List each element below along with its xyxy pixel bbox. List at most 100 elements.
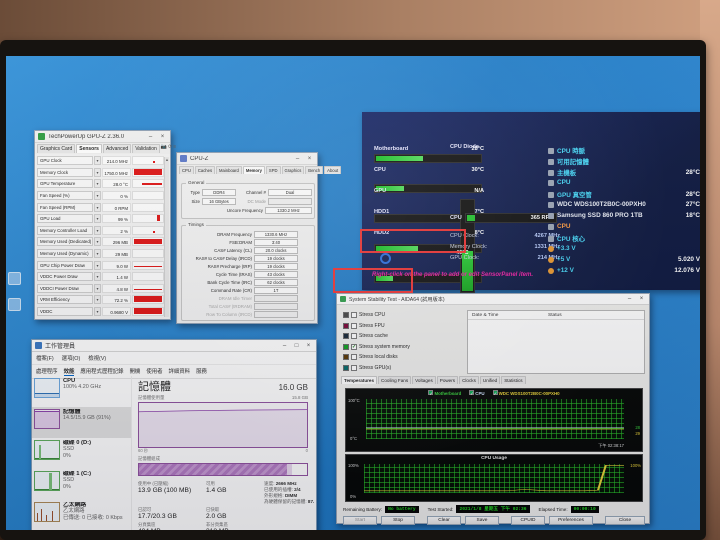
menu-options[interactable]: 選項(O) xyxy=(62,354,81,362)
checkbox-checked-icon[interactable]: ✓ xyxy=(428,390,434,396)
checkbox-unchecked-icon[interactable] xyxy=(351,364,357,371)
checkbox-unchecked-icon[interactable] xyxy=(351,354,357,361)
clear-button[interactable]: Clear xyxy=(427,516,461,525)
close-button[interactable]: Close xyxy=(605,516,645,525)
tab-cpu[interactable]: CPU xyxy=(179,166,194,174)
tab-graphics-card[interactable]: Graphics Card xyxy=(37,144,76,153)
stress-option[interactable]: Stress local disks xyxy=(343,352,465,363)
tab-graphics[interactable]: Graphics xyxy=(281,166,305,174)
chevron-down-icon[interactable]: ▾ xyxy=(94,179,101,189)
minimize-icon[interactable]: – xyxy=(146,134,155,140)
refresh-icon[interactable]: ⟳ xyxy=(168,144,172,153)
chevron-down-icon[interactable]: ▾ xyxy=(94,237,101,247)
close-icon[interactable]: × xyxy=(158,134,167,140)
chevron-down-icon[interactable]: ▾ xyxy=(94,260,101,270)
chevron-down-icon[interactable]: ▾ xyxy=(94,214,101,224)
tab-cooling-fans[interactable]: Cooling Fans xyxy=(378,376,412,384)
sidebar-item-ethernet[interactable]: 乙太網路 乙太網路 已傳送: 0 已接收: 0 Kbps xyxy=(32,500,131,530)
tab-services[interactable]: 服務 xyxy=(196,367,207,376)
chevron-down-icon[interactable]: ▾ xyxy=(94,167,101,177)
stress-option[interactable]: Stress GPU(s) xyxy=(343,363,465,374)
maximize-icon[interactable]: □ xyxy=(292,343,301,349)
chevron-down-icon[interactable]: ▾ xyxy=(94,249,101,259)
chevron-down-icon[interactable]: ▾ xyxy=(94,156,101,166)
tab-startup[interactable]: 開機 xyxy=(130,367,141,376)
tab-validation[interactable]: Validation xyxy=(132,144,160,153)
tab-temperatures[interactable]: Temperatures xyxy=(341,376,378,384)
stability-tabs: Temperatures Cooling Fans Voltages Power… xyxy=(341,376,526,384)
chevron-down-icon[interactable]: ▾ xyxy=(94,283,101,293)
sensor-row: Memory Used (Dynamic) ▾ 29 MB xyxy=(37,248,164,260)
tab-statistics[interactable]: Statistics xyxy=(501,376,526,384)
tab-powers[interactable]: Powers xyxy=(436,376,459,384)
sidebar-item-cpu[interactable]: CPU 100% 4.20 GHz xyxy=(32,376,131,407)
stress-option[interactable]: ✓ Stress system memory xyxy=(343,342,465,353)
chevron-down-icon[interactable]: ▾ xyxy=(94,295,101,305)
sidebar-item-disk1[interactable]: 磁碟 1 (C:) SSD 0% xyxy=(32,469,131,500)
chevron-down-icon[interactable]: ▾ xyxy=(94,272,101,282)
desktop-icon[interactable] xyxy=(8,298,21,311)
stability-titlebar[interactable]: System Stability Test - AIDA64 (試用版本) – … xyxy=(337,294,649,305)
tab-unified[interactable]: Unified xyxy=(479,376,501,384)
camera-icon[interactable]: 📷 xyxy=(161,144,167,153)
tab-app-history[interactable]: 應用程式歷程記錄 xyxy=(80,367,123,376)
stress-option[interactable]: Stress CPU xyxy=(343,310,465,321)
column-status[interactable]: Status xyxy=(548,313,644,318)
stress-option[interactable]: Stress cache xyxy=(343,331,465,342)
gpuz-titlebar[interactable]: TechPowerUp GPU-Z 2.36.0 – × xyxy=(35,131,170,143)
close-icon[interactable]: × xyxy=(305,156,314,162)
tab-details[interactable]: 詳細資料 xyxy=(169,367,191,376)
tab-about[interactable]: About xyxy=(324,166,342,174)
sidebar-item-disk0[interactable]: 磁碟 0 (D:) SSD 0% xyxy=(32,438,131,469)
minimize-icon[interactable]: – xyxy=(625,296,634,302)
column-date-time[interactable]: Date & Time xyxy=(468,313,548,318)
tab-mainboard[interactable]: Mainboard xyxy=(216,166,242,174)
checkbox-checked-icon[interactable]: ✓ xyxy=(469,390,475,396)
cpuid-button[interactable]: CPUID xyxy=(511,516,545,525)
tab-voltages[interactable]: Voltages xyxy=(412,376,436,384)
sensor-row: WDC WDS100T2B0C-00PXH0 27°C xyxy=(548,201,700,208)
chevron-down-icon[interactable]: ▾ xyxy=(94,202,101,212)
checkbox-unchecked-icon[interactable] xyxy=(351,322,357,329)
preferences-button[interactable]: Preferences xyxy=(549,516,593,525)
checkbox-checked-icon[interactable]: ✓ xyxy=(351,343,357,350)
save-button[interactable]: Save xyxy=(465,516,499,525)
stress-option[interactable]: Stress FPU xyxy=(343,321,465,332)
menu-file[interactable]: 檔案(F) xyxy=(36,354,54,362)
chevron-down-icon[interactable]: ▾ xyxy=(94,307,101,317)
desktop-icon[interactable] xyxy=(8,272,21,285)
tab-advanced[interactable]: Advanced xyxy=(102,144,132,153)
close-icon[interactable]: × xyxy=(637,296,646,302)
checkbox-unchecked-icon[interactable] xyxy=(351,333,357,340)
temperature-graph: ✓ Motherboard ✓ CPU ✓ WDC WDS100T2B0C-00PXH… xyxy=(345,388,643,452)
tab-sensors[interactable]: Sensors xyxy=(76,144,102,153)
tab-memory[interactable]: Memory xyxy=(242,166,265,174)
tab-clocks[interactable]: Clocks xyxy=(459,376,479,384)
stability-footer: Remaining Battery: No battery Test Start… xyxy=(343,505,645,513)
tab-caches[interactable]: Caches xyxy=(194,166,216,174)
minimize-icon[interactable]: – xyxy=(293,156,302,162)
close-icon[interactable]: × xyxy=(304,343,313,349)
menu-icon[interactable]: ≡ xyxy=(173,144,176,153)
tab-spd[interactable]: SPD xyxy=(265,166,281,174)
minimize-icon[interactable]: – xyxy=(280,343,289,349)
tab-bench[interactable]: Bench xyxy=(305,166,324,174)
cpuz-window: CPU-Z – × CPU Caches Mainboard Memory SP… xyxy=(176,152,342,324)
sidebar-item-memory[interactable]: 記憶體 14.5/15.9 GB (91%) xyxy=(32,407,131,438)
cpuz-titlebar[interactable]: CPU-Z – × xyxy=(177,153,317,165)
cpu-diode-label: CPU Diode xyxy=(450,144,479,150)
tab-processes[interactable]: 處理程序 xyxy=(36,367,58,376)
scrollbar[interactable]: ▲ xyxy=(164,157,169,317)
chevron-down-icon[interactable]: ▾ xyxy=(94,225,101,235)
tab-performance[interactable]: 效能 xyxy=(63,367,75,376)
chevron-down-icon[interactable]: ▾ xyxy=(94,191,101,201)
checkbox-unchecked-icon[interactable] xyxy=(351,312,357,319)
start-button[interactable]: Start xyxy=(343,516,377,525)
sensor-row: 主機板 28°C xyxy=(548,168,700,177)
menu-view[interactable]: 檢視(V) xyxy=(88,354,106,362)
stop-button[interactable]: Stop xyxy=(381,516,415,525)
checkbox-checked-icon[interactable]: ✓ xyxy=(492,390,498,396)
task-manager-titlebar[interactable]: 工作管理員 – □ × xyxy=(32,340,316,352)
tab-users[interactable]: 使用者 xyxy=(146,367,162,376)
memory-thumbnail xyxy=(34,409,60,429)
